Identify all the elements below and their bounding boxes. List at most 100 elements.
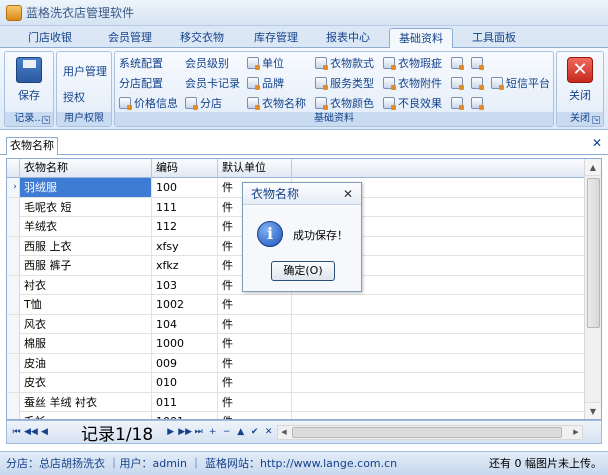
tab-members[interactable]: 会员管理 — [98, 28, 162, 48]
clothing-style-icon — [315, 57, 328, 70]
first-page-icon[interactable]: ⏮ — [10, 427, 23, 437]
system-config-button[interactable]: 系统配置 — [119, 56, 163, 72]
next-page-icon[interactable]: ▶▶ — [178, 427, 192, 437]
tab-basic-data[interactable]: 基础资料 — [389, 28, 453, 49]
close-launcher-icon[interactable]: ↘ — [592, 116, 600, 124]
clothing-name-button[interactable]: 衣物名称 — [247, 96, 306, 112]
extra-button-3[interactable] — [451, 76, 466, 92]
scroll-down-icon[interactable]: ▼ — [585, 402, 601, 419]
add-record-icon[interactable]: + — [206, 427, 219, 437]
tab-inventory[interactable]: 库存管理 — [244, 28, 308, 48]
tab-cashier[interactable]: 门店收银 — [18, 28, 82, 48]
extra-icon-3 — [451, 77, 464, 90]
table-row[interactable]: 棉服 1000 件 — [7, 334, 585, 354]
prev-page-icon[interactable]: ◀◀ — [24, 427, 38, 437]
window-title: 蓝格洗衣店管理软件 — [26, 6, 135, 20]
dialog-message: 成功保存！ — [293, 229, 348, 242]
record-navigator: ⏮ ◀◀ ◀ 记录1/18 ▶ ▶▶ ⏭ + − ▲ ✔ ✕ ◀ ▶ — [6, 420, 602, 445]
confirm-icon[interactable]: ✔ — [248, 427, 261, 437]
col-clothing-name[interactable]: 衣物名称 — [20, 159, 152, 178]
bad-effect-icon — [383, 97, 396, 110]
record-position: 记录1/18 — [81, 424, 154, 445]
close-button[interactable]: ✕ 关闭 — [562, 57, 598, 103]
service-type-icon — [315, 77, 328, 90]
extra-button-5[interactable] — [451, 96, 466, 112]
tab-tools[interactable]: 工具面板 — [462, 28, 526, 48]
close-label: 关闭 — [569, 89, 591, 102]
unit-icon — [247, 57, 260, 70]
last-page-icon[interactable]: ⏭ — [192, 427, 205, 437]
app-icon — [6, 4, 22, 21]
delete-record-icon[interactable]: − — [220, 427, 233, 437]
doc-close-icon[interactable]: ✕ — [592, 136, 602, 150]
branch-config-button[interactable]: 分店配置 — [119, 76, 163, 92]
tab-transfer[interactable]: 移交衣物 — [170, 28, 234, 48]
extra-icon-6 — [471, 97, 484, 110]
doc-tab-clothing-name[interactable]: 衣物名称 — [6, 137, 58, 155]
col-default-unit[interactable]: 默认单位 — [218, 159, 292, 178]
extra-button-4[interactable] — [471, 76, 486, 92]
clothing-defect-button[interactable]: 衣物瑕疵 — [383, 56, 442, 72]
user-management-button[interactable]: 用户管理 — [63, 64, 107, 80]
clothing-style-button[interactable]: 衣物款式 — [315, 56, 374, 72]
info-icon: i — [257, 221, 283, 247]
tab-reports[interactable]: 报表中心 — [316, 28, 380, 48]
prev-record-icon[interactable]: ◀ — [38, 427, 51, 437]
title-bar: 蓝格洗衣店管理软件 — [0, 0, 608, 26]
horizontal-scrollbar[interactable]: ◀ ▶ — [277, 425, 583, 440]
scroll-up-icon[interactable]: ▲ — [585, 159, 601, 176]
vertical-scrollbar[interactable]: ▲ ▼ — [584, 159, 601, 419]
clothing-accessory-icon — [383, 77, 396, 90]
table-row[interactable]: 皮衣 010 件 — [7, 373, 585, 393]
grid-header: 衣物名称 编码 默认单位 — [7, 159, 585, 178]
branch-button[interactable]: 分店 — [185, 96, 222, 112]
price-info-button[interactable]: 价格信息 — [119, 96, 178, 112]
row-header-corner — [7, 159, 20, 178]
save-button[interactable]: 保存 — [10, 57, 48, 103]
scroll-left-icon[interactable]: ◀ — [278, 426, 290, 439]
group-permissions: 用户管理 授权 用户权限 — [56, 51, 112, 127]
price-icon — [119, 97, 132, 110]
table-row[interactable]: T恤 1002 件 — [7, 295, 585, 315]
col-code[interactable]: 编码 — [152, 159, 218, 178]
move-up-icon[interactable]: ▲ — [234, 427, 247, 437]
clothing-name-icon — [247, 97, 260, 110]
clothing-color-button[interactable]: 衣物颜色 — [315, 96, 374, 112]
group-basic-data: 系统配置 分店配置 价格信息 会员级别 会员卡记录 分店 单位 品牌 衣物名称 … — [114, 51, 554, 127]
group-permissions-label: 用户权限 — [57, 112, 111, 126]
floppy-icon — [16, 57, 42, 83]
member-card-record-button[interactable]: 会员卡记录 — [185, 76, 240, 92]
clothing-defect-icon — [383, 57, 396, 70]
service-type-button[interactable]: 服务类型 — [315, 76, 374, 92]
table-row[interactable]: 皮油 009 件 — [7, 353, 585, 373]
branch-icon — [185, 97, 198, 110]
authorize-button[interactable]: 授权 — [63, 90, 85, 106]
cancel-edit-icon[interactable]: ✕ — [262, 427, 275, 437]
table-row[interactable]: 蚕丝 羊绒 衬衣 011 件 — [7, 392, 585, 412]
next-record-icon[interactable]: ▶ — [164, 427, 177, 437]
h-scroll-thumb[interactable] — [292, 427, 562, 438]
sms-icon — [491, 77, 504, 90]
document-tab-bar: 衣物名称 ✕ — [0, 135, 608, 155]
scroll-right-icon[interactable]: ▶ — [570, 426, 582, 439]
clothing-color-icon — [315, 97, 328, 110]
dialog-launcher-icon[interactable]: ↘ — [42, 116, 50, 124]
brand-icon — [247, 77, 260, 90]
extra-button-1[interactable] — [451, 56, 466, 72]
save-label: 保存 — [18, 89, 40, 102]
extra-button-6[interactable] — [471, 96, 486, 112]
sms-platform-button[interactable]: 短信平台 — [491, 76, 550, 92]
scroll-thumb[interactable] — [587, 178, 600, 328]
status-info: 分店：总店胡扬洗衣 ｜用户：admin ｜ 蓝格网站：http://www.la… — [6, 457, 398, 470]
dialog-close-icon[interactable]: ✕ — [343, 183, 353, 205]
extra-button-2[interactable] — [471, 56, 486, 72]
table-row[interactable]: 风衣 104 件 — [7, 314, 585, 334]
clothing-accessory-button[interactable]: 衣物附件 — [383, 76, 442, 92]
brand-button[interactable]: 品牌 — [247, 76, 284, 92]
bad-effect-button[interactable]: 不良效果 — [383, 96, 442, 112]
ok-button[interactable]: 确定(O) — [271, 261, 335, 281]
member-level-button[interactable]: 会员级别 — [185, 56, 229, 72]
unit-button[interactable]: 单位 — [247, 56, 284, 72]
extra-icon-2 — [471, 57, 484, 70]
extra-icon-1 — [451, 57, 464, 70]
